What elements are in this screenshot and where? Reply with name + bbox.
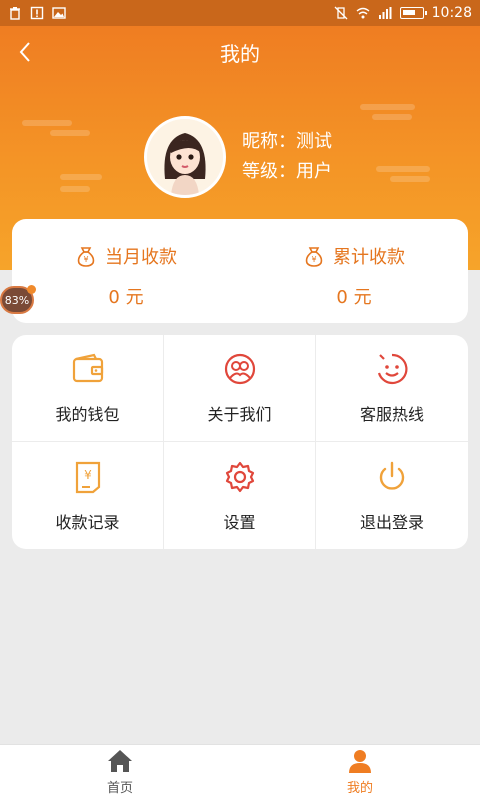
menu-label: 客服热线 xyxy=(359,405,424,424)
menu-grid: 我的钱包 关于我们 客服热线 ¥ 收款记录 设置 退出登录 xyxy=(12,335,468,549)
tab-label: 首页 xyxy=(106,781,133,796)
decor-cloud xyxy=(372,114,412,120)
stat-value: 0 元 xyxy=(336,287,372,308)
service-icon xyxy=(377,353,408,385)
decor-cloud xyxy=(50,130,90,136)
avatar-illustration xyxy=(147,119,223,195)
status-left xyxy=(8,6,66,20)
decor-cloud xyxy=(60,186,90,192)
profile-text: 昵称：测试 等级：用户 xyxy=(242,127,332,187)
stat-value: 0 元 xyxy=(108,287,144,308)
receipt-icon: ¥ xyxy=(75,461,100,493)
tab-home[interactable]: 首页 xyxy=(0,745,240,800)
menu-item-about[interactable]: 关于我们 xyxy=(164,335,316,442)
about-icon xyxy=(224,353,255,385)
menu-item-wallet[interactable]: 我的钱包 xyxy=(12,335,164,442)
money-bag-icon: ¥ xyxy=(305,247,323,267)
decor-cloud xyxy=(390,176,430,182)
floating-memory-badge[interactable]: 83% xyxy=(0,285,36,314)
income-stats-card: ¥ 当月收款 0 元 ¥ 累计收款 0 元 xyxy=(12,219,468,323)
menu-item-service[interactable]: 客服热线 xyxy=(316,335,468,442)
signal-icon xyxy=(378,7,392,19)
profile-info: 昵称：测试 等级：用户 xyxy=(144,116,332,198)
settings-icon xyxy=(225,461,254,492)
home-icon xyxy=(108,750,132,772)
avatar[interactable] xyxy=(144,116,226,198)
bottom-tab-bar: 首页 我的 xyxy=(0,744,480,800)
menu-label: 退出登录 xyxy=(359,512,424,532)
vibrate-icon xyxy=(334,6,348,20)
alert-icon xyxy=(30,6,44,20)
status-bar: 10:28 xyxy=(0,0,480,26)
stat-label: 累计收款 xyxy=(333,247,405,268)
menu-item-settings[interactable]: 设置 xyxy=(164,442,316,549)
menu-label: 我的钱包 xyxy=(55,405,120,424)
total-income[interactable]: ¥ 累计收款 0 元 xyxy=(240,219,468,323)
menu-item-logout[interactable]: 退出登录 xyxy=(316,442,468,549)
decor-cloud xyxy=(60,174,102,180)
image-icon xyxy=(52,7,66,19)
wifi-icon xyxy=(356,7,370,19)
page-title: 我的 xyxy=(220,41,260,66)
menu-label: 关于我们 xyxy=(207,405,272,424)
tab-mine[interactable]: 我的 xyxy=(240,745,480,800)
status-right: 10:28 xyxy=(334,5,472,21)
level-text: 等级：用户 xyxy=(242,161,332,182)
trash-icon xyxy=(10,7,20,20)
user-icon xyxy=(349,750,371,773)
nav-bar: 我的 xyxy=(0,26,480,78)
monthly-income[interactable]: ¥ 当月收款 0 元 xyxy=(12,219,240,323)
wallet-icon xyxy=(72,353,103,383)
menu-item-receipts[interactable]: ¥ 收款记录 xyxy=(12,442,164,549)
decor-cloud xyxy=(360,104,415,110)
status-time: 10:28 xyxy=(431,5,472,21)
svg-text:¥: ¥ xyxy=(311,255,316,264)
menu-label: 设置 xyxy=(223,512,256,532)
stat-label: 当月收款 xyxy=(105,247,177,268)
tab-label: 我的 xyxy=(346,781,373,796)
power-icon xyxy=(379,461,405,490)
decor-cloud xyxy=(376,166,430,172)
menu-label: 收款记录 xyxy=(55,512,120,532)
svg-text:¥: ¥ xyxy=(83,255,88,264)
nickname-text: 昵称：测试 xyxy=(242,131,332,152)
back-icon[interactable] xyxy=(12,38,40,66)
stat-header: ¥ 累计收款 xyxy=(303,243,405,269)
money-bag-icon: ¥ xyxy=(77,247,95,267)
decor-cloud xyxy=(22,120,72,126)
stat-header: ¥ 当月收款 xyxy=(75,243,177,269)
battery-icon xyxy=(399,7,427,19)
svg-text:¥: ¥ xyxy=(84,468,92,482)
